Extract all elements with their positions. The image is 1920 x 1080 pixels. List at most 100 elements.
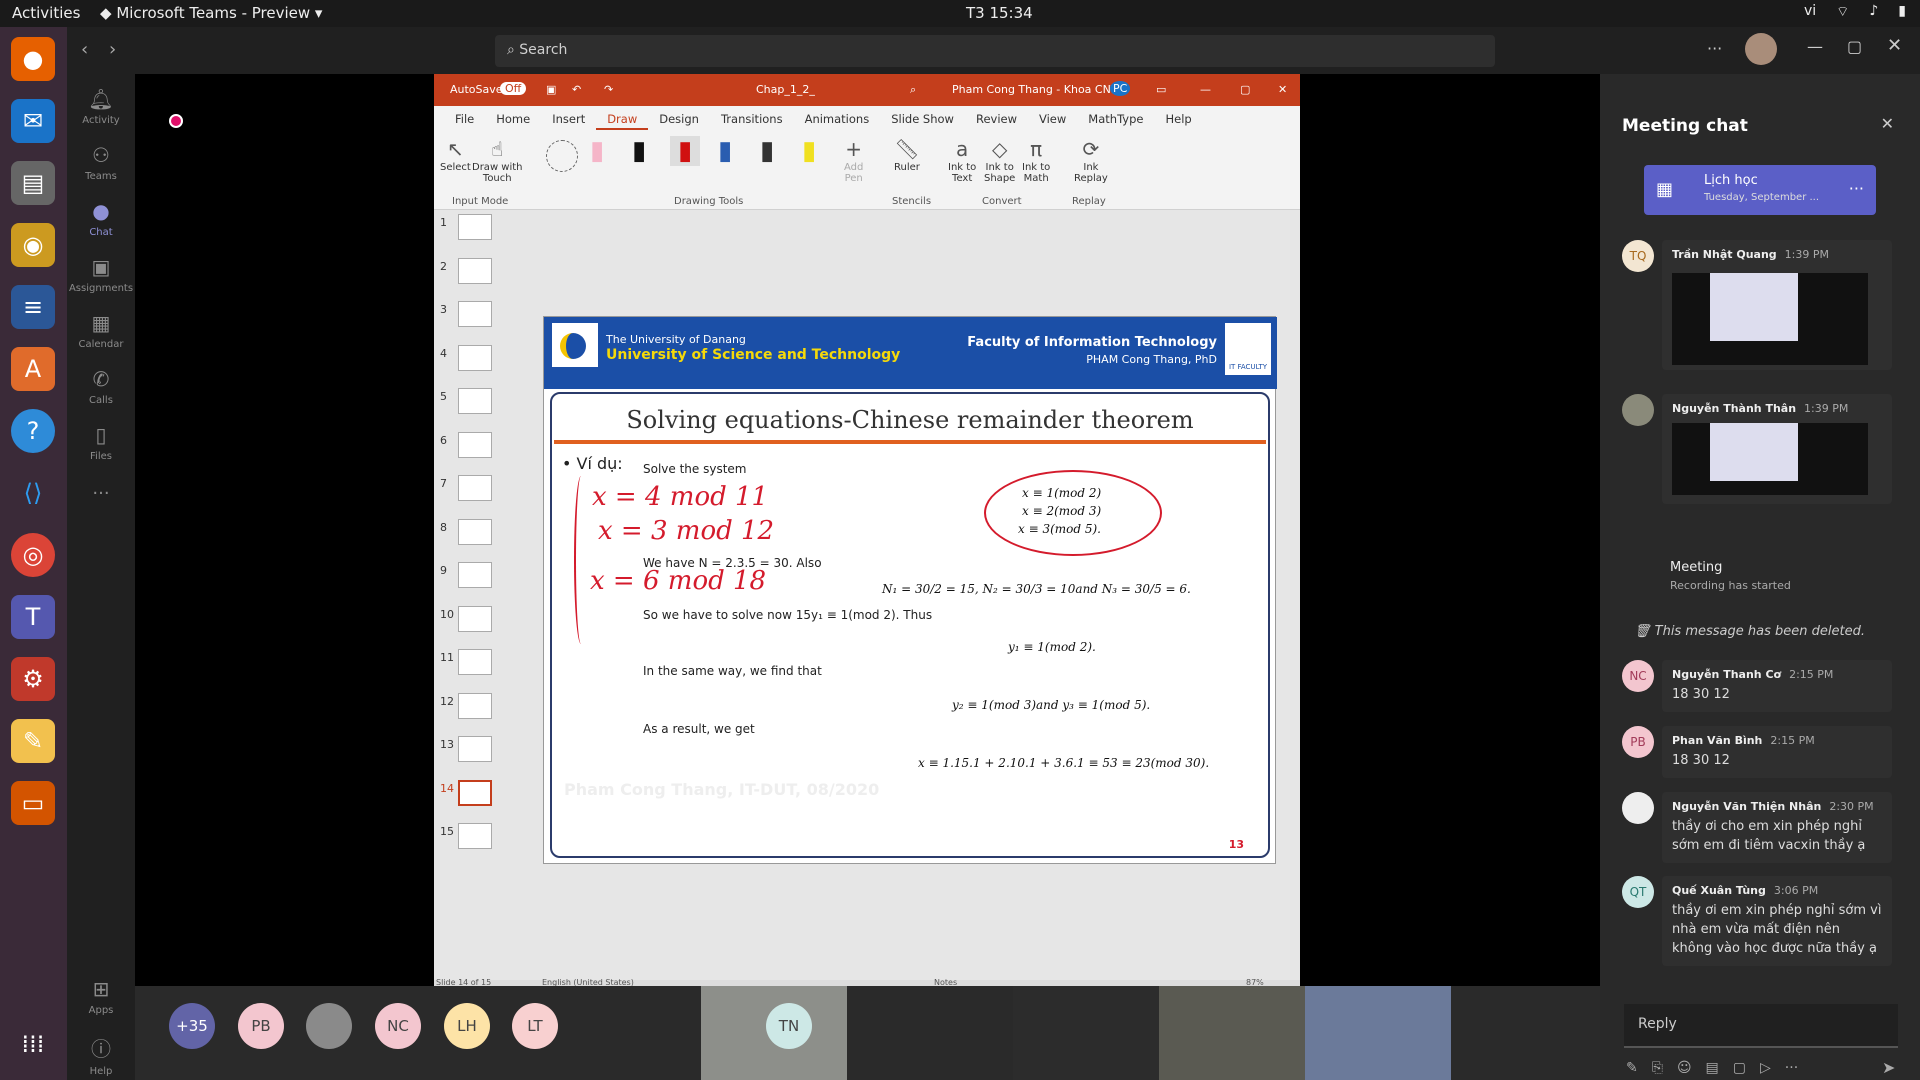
slide-thumbnail[interactable]: 9 bbox=[434, 558, 524, 594]
help-icon[interactable]: ? bbox=[11, 409, 55, 453]
slide-thumbnail[interactable]: 4 bbox=[434, 341, 524, 377]
gif-icon[interactable]: ▤ bbox=[1706, 1060, 1719, 1076]
slide-thumbnail[interactable]: 2 bbox=[434, 254, 524, 290]
settings-icon[interactable]: ⚙ bbox=[11, 657, 55, 701]
thunderbird-icon[interactable]: ✉ bbox=[11, 99, 55, 143]
pen-red-icon[interactable]: ▮ bbox=[670, 136, 701, 166]
tab-design[interactable]: Design bbox=[648, 106, 710, 130]
ppt-close-icon[interactable]: ✕ bbox=[1278, 83, 1287, 96]
teams-dock-icon[interactable]: T bbox=[11, 595, 55, 639]
slide-thumbnail[interactable]: 7 bbox=[434, 471, 524, 507]
slide-thumbnail[interactable]: 15 bbox=[434, 819, 524, 855]
software-icon[interactable]: A bbox=[11, 347, 55, 391]
close-icon[interactable]: ✕ bbox=[1887, 35, 1902, 56]
system-tray[interactable]: vi ⌔ ♪ ▮ bbox=[1804, 3, 1906, 21]
screenshot-attachment[interactable] bbox=[1672, 423, 1868, 495]
clock[interactable]: T3 15:34 bbox=[966, 4, 1033, 22]
minimize-icon[interactable]: — bbox=[1807, 37, 1823, 56]
participant-avatar[interactable]: TN bbox=[766, 1003, 812, 1049]
participant-avatar[interactable]: LT bbox=[512, 1003, 558, 1049]
app-menu[interactable]: ◆ Microsoft Teams - Preview ▾ bbox=[100, 4, 322, 22]
add-pen-button[interactable]: + Add Pen bbox=[844, 136, 863, 184]
video-tile[interactable] bbox=[1305, 986, 1451, 1080]
slide-thumbnail[interactable]: 8 bbox=[434, 515, 524, 551]
participant-avatar[interactable] bbox=[306, 1003, 352, 1049]
select-button[interactable]: ↖ Select bbox=[440, 136, 471, 173]
slide-thumbnail[interactable]: 1 bbox=[434, 210, 524, 246]
more-icon[interactable]: ··· bbox=[1849, 179, 1864, 198]
pen-blue-icon[interactable]: ▮ bbox=[718, 136, 732, 166]
slide-thumbnail[interactable]: 12 bbox=[434, 689, 524, 725]
rail-calendar[interactable]: ▦ Calendar bbox=[67, 311, 135, 350]
file-name[interactable]: Chap_1_2_ bbox=[756, 83, 815, 96]
tab-transitions[interactable]: Transitions bbox=[710, 106, 794, 130]
battery-icon[interactable]: ▮ bbox=[1898, 3, 1906, 21]
volume-icon[interactable]: ♪ bbox=[1869, 3, 1878, 21]
avatar[interactable] bbox=[1745, 33, 1777, 65]
chrome-icon[interactable]: ◎ bbox=[11, 533, 55, 577]
tab-insert[interactable]: Insert bbox=[541, 106, 596, 130]
slide-thumbnail[interactable]: 13 bbox=[434, 732, 524, 768]
rail-chat[interactable]: ● Chat bbox=[67, 199, 135, 238]
rail-teams[interactable]: ⚇ Teams bbox=[67, 143, 135, 182]
event-card[interactable]: ▦ Lịch học Tuesday, September ... ··· bbox=[1644, 165, 1876, 215]
pencil-icon[interactable]: ▮ bbox=[760, 136, 774, 166]
ink-to-text-button[interactable]: a Ink to Text bbox=[948, 136, 976, 184]
highlighter-icon[interactable]: ▮ bbox=[802, 136, 816, 166]
text-editor-icon[interactable]: ✎ bbox=[11, 719, 55, 763]
tab-slide-show[interactable]: Slide Show bbox=[880, 106, 965, 130]
more-icon[interactable]: ··· bbox=[1785, 1060, 1798, 1076]
search-icon[interactable]: ⌕ bbox=[910, 83, 916, 97]
attach-icon[interactable]: ⎘ bbox=[1652, 1060, 1663, 1076]
tab-home[interactable]: Home bbox=[485, 106, 541, 130]
more-apps-icon[interactable]: ··· bbox=[67, 483, 135, 504]
wifi-icon[interactable]: ⌔ bbox=[1836, 3, 1849, 21]
draw-with-touch-button[interactable]: ☝ Draw with Touch bbox=[472, 136, 523, 184]
files-icon[interactable]: ▤ bbox=[11, 161, 55, 205]
participant-avatar[interactable]: PB bbox=[238, 1003, 284, 1049]
tab-mathtype[interactable]: MathType bbox=[1077, 106, 1154, 130]
show-apps-icon[interactable]: ⁞⁞⁞ bbox=[11, 1022, 55, 1066]
slide-thumbnail[interactable]: 10 bbox=[434, 602, 524, 638]
rail-files[interactable]: ▯ Files bbox=[67, 423, 135, 462]
ink-to-math-button[interactable]: π Ink to Math bbox=[1022, 136, 1050, 184]
undo-icon[interactable]: ↶ bbox=[572, 83, 581, 96]
participant-avatar[interactable]: LH bbox=[444, 1003, 490, 1049]
rail-apps[interactable]: ⊞ Apps bbox=[67, 977, 135, 1016]
format-icon[interactable]: ✎ bbox=[1626, 1060, 1638, 1076]
slide-thumbnail[interactable]: 5 bbox=[434, 384, 524, 420]
tab-draw[interactable]: Draw bbox=[596, 106, 649, 130]
close-chat-icon[interactable]: ✕ bbox=[1881, 114, 1894, 133]
emoji-icon[interactable]: ☺ bbox=[1677, 1060, 1692, 1076]
tab-help[interactable]: Help bbox=[1154, 106, 1202, 130]
rail-activity[interactable]: 🔔︎ Activity bbox=[67, 87, 135, 126]
reply-input[interactable]: Reply bbox=[1624, 1004, 1898, 1048]
language-indicator[interactable]: vi bbox=[1804, 3, 1816, 21]
firefox-icon[interactable]: ● bbox=[11, 37, 55, 81]
autosave-toggle[interactable]: Off bbox=[500, 82, 527, 95]
slide-thumbnail[interactable]: 11 bbox=[434, 645, 524, 681]
rail-calls[interactable]: ✆ Calls bbox=[67, 367, 135, 406]
ppt-minimize-icon[interactable]: — bbox=[1200, 83, 1211, 96]
video-tile[interactable] bbox=[1159, 986, 1305, 1080]
slide-thumbnail[interactable]: 14 bbox=[434, 776, 524, 812]
maximize-icon[interactable]: ▢ bbox=[1847, 37, 1862, 56]
tab-file[interactable]: File bbox=[444, 106, 485, 130]
user-avatar[interactable]: PC bbox=[1110, 81, 1131, 96]
pen-pink-icon[interactable]: ▮ bbox=[590, 136, 604, 166]
sticker-icon[interactable]: ▢ bbox=[1733, 1060, 1746, 1076]
slide-thumbnail[interactable]: 6 bbox=[434, 428, 524, 464]
video-tile[interactable] bbox=[1013, 986, 1159, 1080]
writer-icon[interactable]: ≡ bbox=[11, 285, 55, 329]
send-icon[interactable]: ➤ bbox=[1882, 1058, 1895, 1077]
tab-review[interactable]: Review bbox=[965, 106, 1028, 130]
ink-to-shape-button[interactable]: ◇ Ink to Shape bbox=[984, 136, 1015, 184]
back-arrow-icon[interactable]: ‹ bbox=[81, 39, 88, 60]
ruler-button[interactable]: 📏︎ Ruler bbox=[894, 136, 920, 173]
ink-replay-button[interactable]: ⟳ Ink Replay bbox=[1074, 136, 1108, 184]
forward-arrow-icon[interactable]: › bbox=[109, 39, 116, 60]
participant-avatar[interactable]: NC bbox=[375, 1003, 421, 1049]
rail-help[interactable]: ⓘ Help bbox=[67, 1033, 135, 1077]
screenshot-attachment[interactable] bbox=[1672, 273, 1868, 365]
rhythmbox-icon[interactable]: ◉ bbox=[11, 223, 55, 267]
